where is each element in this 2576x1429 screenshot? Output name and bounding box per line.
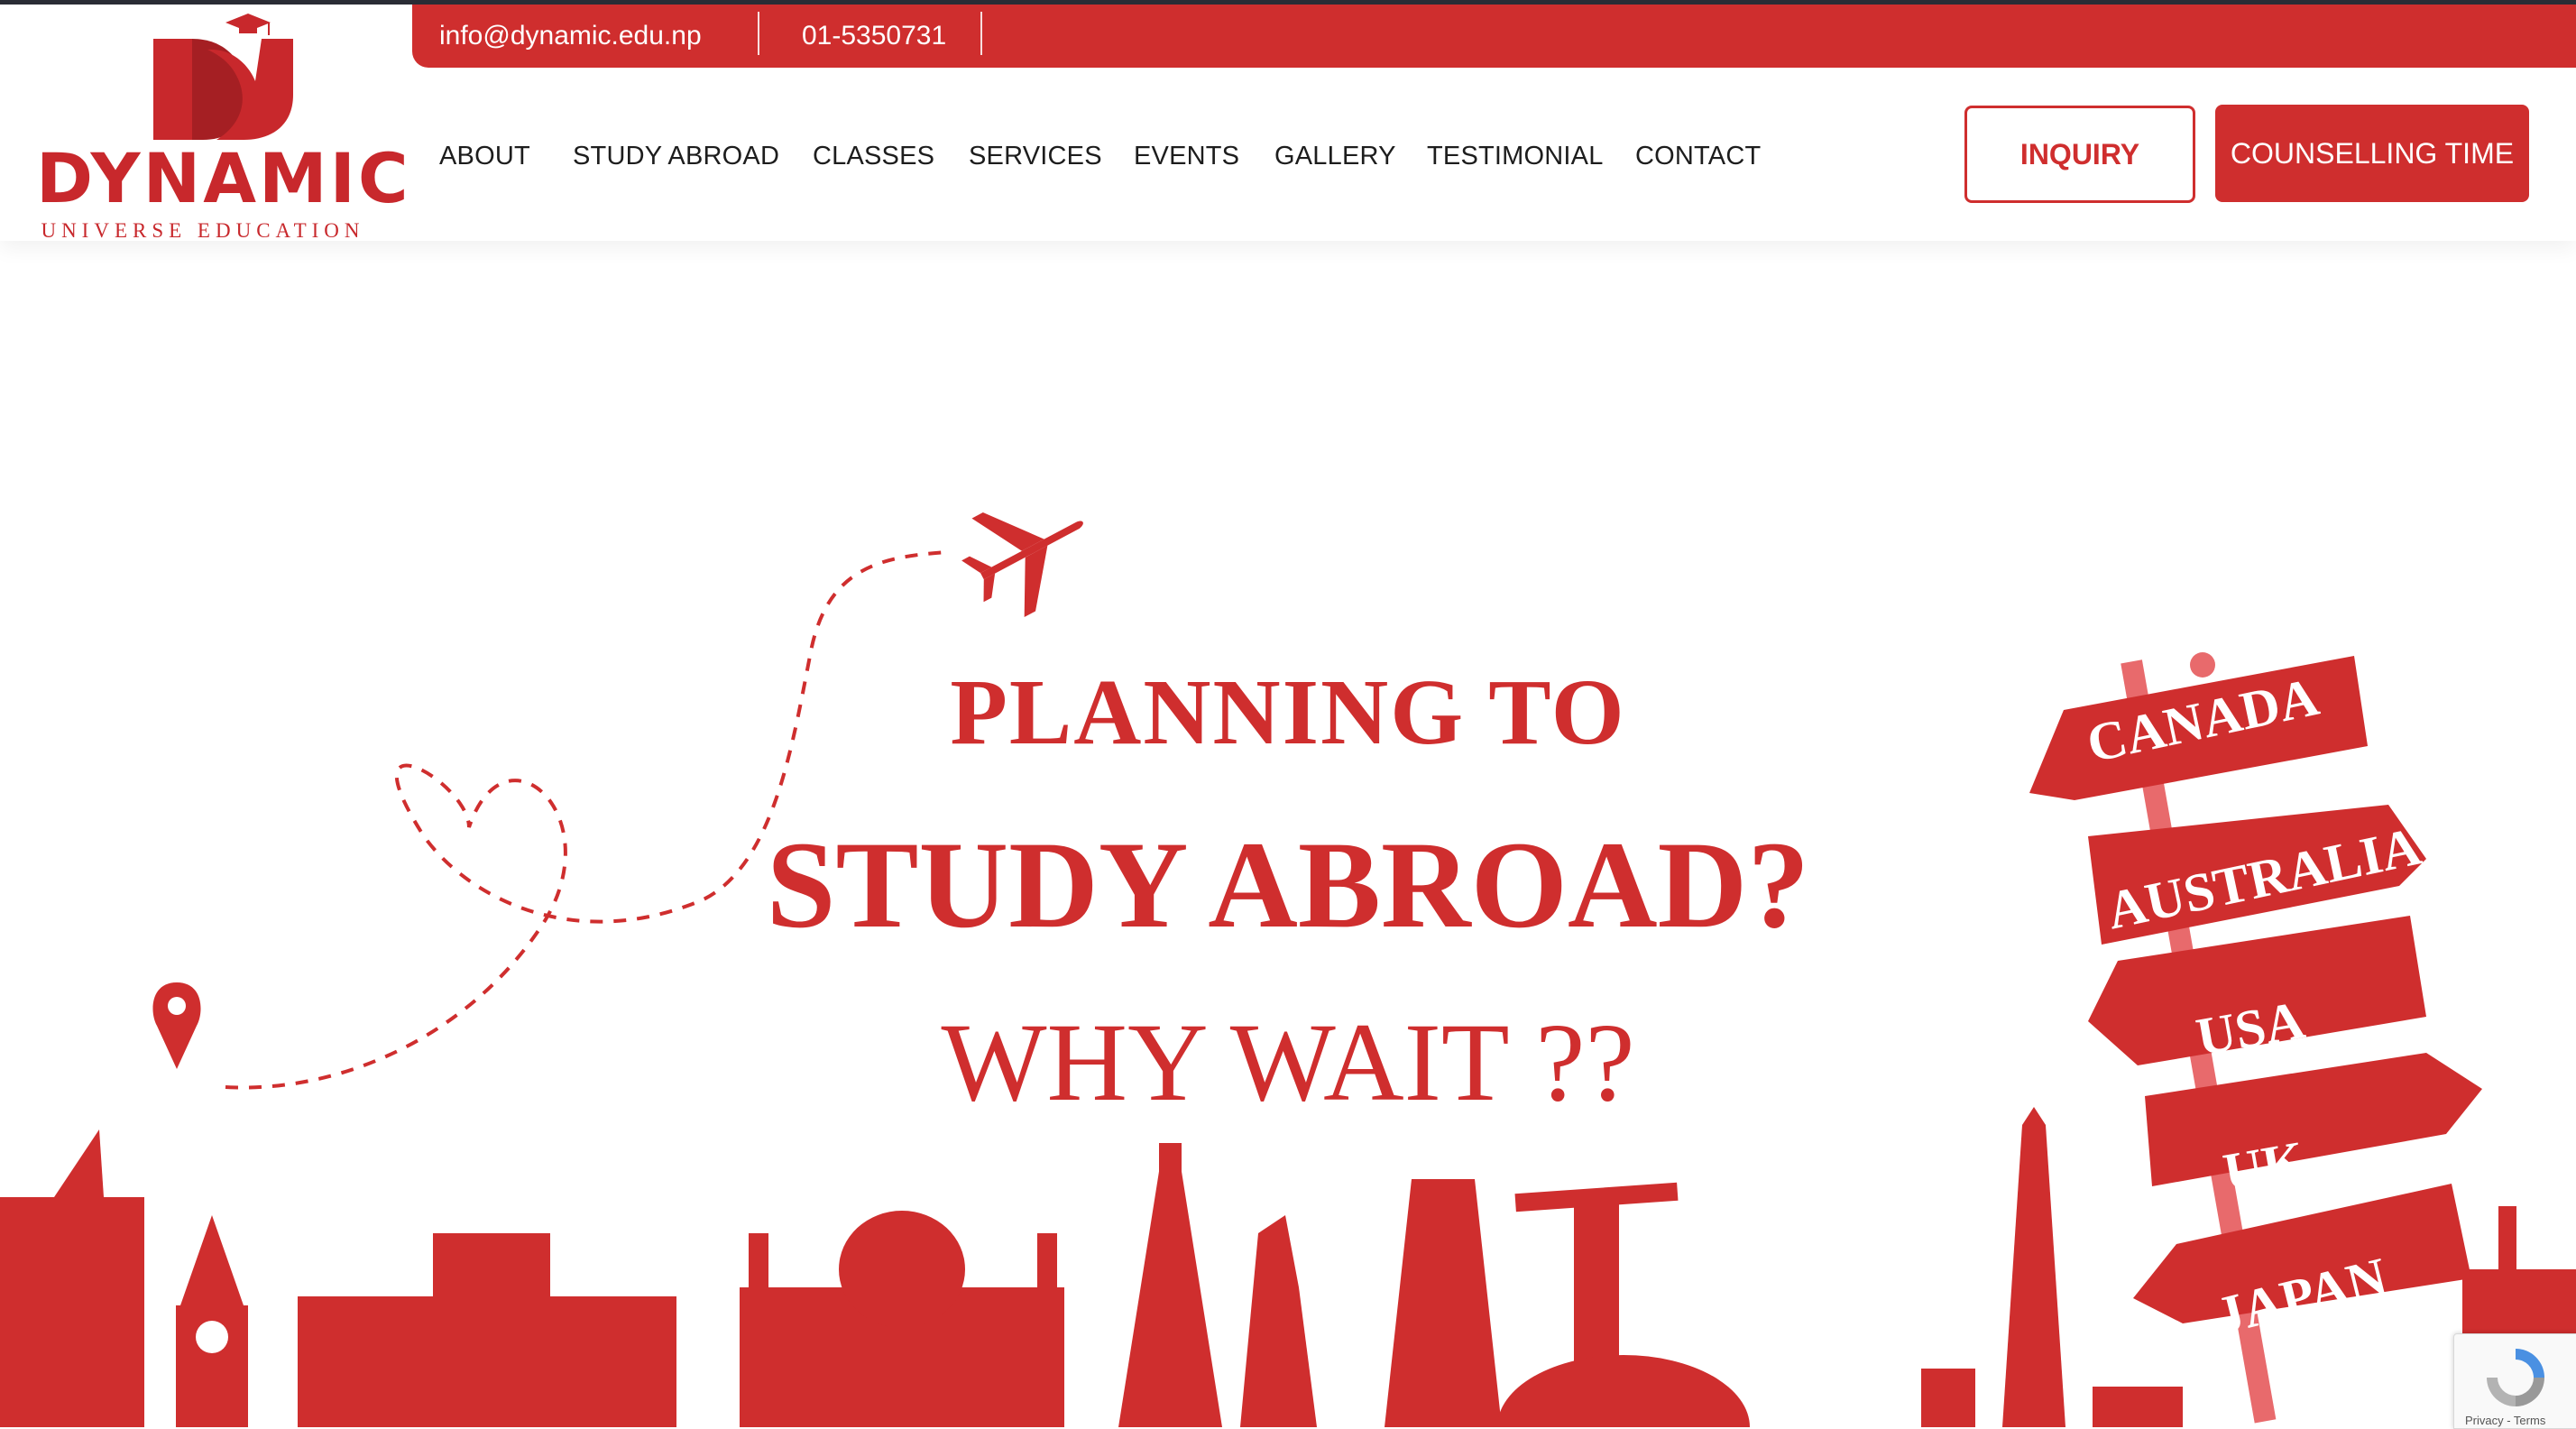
logo-tagline: UNIVERSE EDUCATION xyxy=(41,219,365,242)
nav-testimonial[interactable]: TESTIMONIAL xyxy=(1427,142,1604,171)
divider xyxy=(980,12,982,55)
divider xyxy=(758,12,759,55)
recaptcha-links[interactable]: Privacy - Terms xyxy=(2465,1414,2545,1427)
nav-classes[interactable]: CLASSES xyxy=(813,142,934,171)
nav-study-abroad[interactable]: STUDY ABROAD xyxy=(573,142,779,171)
email-link[interactable]: info@dynamic.edu.np xyxy=(439,5,702,68)
recaptcha-badge[interactable]: Privacy - Terms xyxy=(2453,1333,2576,1429)
counselling-time-button[interactable]: COUNSELLING TIME xyxy=(2215,105,2529,202)
nav-events[interactable]: EVENTS xyxy=(1134,142,1239,171)
airplane-icon xyxy=(961,512,1083,618)
inquiry-button[interactable]: INQUIRY xyxy=(1964,106,2195,203)
nav-about[interactable]: ABOUT xyxy=(439,142,530,171)
logo-wordmark: DYNAMIC xyxy=(36,138,411,218)
hero-headline-3: WHY WAIT ?? xyxy=(941,1000,1635,1124)
nav-services[interactable]: SERVICES xyxy=(969,142,1102,171)
nav-contact[interactable]: CONTACT xyxy=(1635,142,1761,171)
phone-link[interactable]: 01-5350731 xyxy=(802,5,946,68)
site-logo[interactable]: DYNAMIC UNIVERSE EDUCATION xyxy=(36,14,411,242)
nav-gallery[interactable]: GALLERY xyxy=(1274,142,1396,171)
recaptcha-icon xyxy=(2487,1349,2544,1406)
logo-mark-icon xyxy=(153,14,293,140)
contact-bar: info@dynamic.edu.np 01-5350731 xyxy=(412,5,2576,68)
site-header: DYNAMIC UNIVERSE EDUCATION info@dynamic.… xyxy=(0,5,2576,242)
hero-banner: PLANNING TO STUDY ABROAD? WHY WAIT ?? CA… xyxy=(0,241,2576,1427)
